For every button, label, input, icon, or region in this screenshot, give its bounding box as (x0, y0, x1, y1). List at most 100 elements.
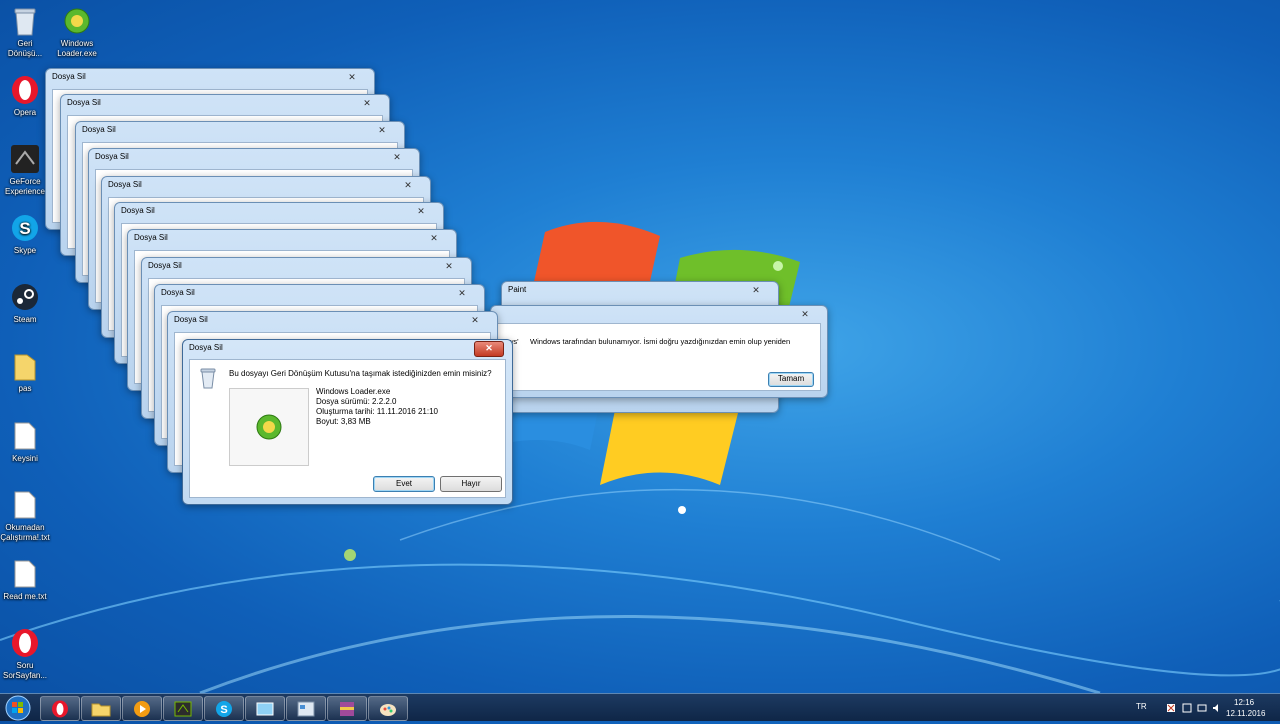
taskbar-skype[interactable]: S (204, 696, 244, 721)
taskbar-nvidia[interactable] (163, 696, 203, 721)
taskbar-media-player[interactable] (122, 696, 162, 721)
ok-button[interactable]: Tamam (768, 372, 814, 387)
desktop-icon-label: Opera (13, 108, 37, 117)
text-file-icon (9, 489, 41, 521)
close-icon[interactable]: ✕ (448, 287, 476, 301)
explorer-folder-icon (91, 703, 111, 716)
desktop-icon-label: Geri Dönüşü... (7, 39, 43, 58)
desktop-icon-steam[interactable]: Steam (0, 281, 50, 325)
close-icon[interactable]: ✕ (368, 124, 396, 138)
network-icon[interactable] (1197, 703, 1207, 713)
skype-icon: S (9, 212, 41, 244)
desktop-icon-okumadan[interactable]: Okumadan Çalıştırma!.txt (0, 489, 50, 543)
desktop-icon-label: pas (18, 384, 32, 393)
dialog-title: Dosya Sil (108, 180, 142, 189)
svg-text:S: S (19, 219, 30, 238)
taskbar: S TR 12:16 12.11.2016 (0, 693, 1280, 721)
clock-date[interactable]: 12.11.2016 (1226, 709, 1265, 718)
windows-loader-icon (61, 5, 93, 37)
error-dialog-client: ws' Windows tarafından bulunamıyor. İsmi… (497, 323, 821, 391)
recycle-bin-icon (200, 367, 216, 392)
paint-window-title: Paint (508, 285, 527, 294)
dialog-client: Bu dosyayı Geri Dönüşüm Kutusu'na taşıma… (189, 359, 506, 498)
close-icon[interactable]: ✕ (394, 179, 422, 193)
desktop-icon-label: Skype (13, 246, 37, 255)
text-file-icon (9, 558, 41, 590)
tray-action-center-icon[interactable] (1182, 703, 1192, 713)
yes-button[interactable]: Evet (373, 476, 435, 492)
geforce-icon (9, 143, 41, 175)
taskbar-opera[interactable] (40, 696, 80, 721)
winrar-icon (340, 701, 354, 716)
clock-time[interactable]: 12:16 (1234, 698, 1254, 707)
desktop-icon-geforce[interactable]: GeForce Experience (0, 143, 50, 197)
system-tray: TR 12:16 12.11.2016 (1130, 694, 1280, 721)
desktop-icon-label: Read me.txt (3, 592, 47, 601)
opera-icon (9, 627, 41, 659)
svg-text:S: S (220, 704, 227, 716)
desktop-icon-label: Windows Loader.exe (57, 39, 97, 58)
dialog-title: Dosya Sil (134, 233, 168, 242)
dialog-title: Dosya Sil (161, 288, 195, 297)
desktop-icon-recycle-bin[interactable]: Geri Dönüşü... (0, 5, 50, 59)
error-dialog[interactable]: ✕ ws' Windows tarafından bulunamıyor. İs… (490, 305, 828, 398)
no-button[interactable]: Hayır (440, 476, 502, 492)
desktop-icon-opera[interactable]: Opera (0, 74, 50, 118)
close-icon[interactable]: ✕ (461, 314, 489, 328)
dialog-title: Dosya Sil (67, 98, 101, 107)
close-icon[interactable]: ✕ (420, 232, 448, 246)
close-icon[interactable]: ✕ (791, 308, 819, 322)
taskbar-explorer[interactable] (81, 696, 121, 721)
file-version: Dosya sürümü: 2.2.2.0 (316, 397, 397, 406)
desktop-icon-skype[interactable]: S Skype (0, 212, 50, 256)
close-icon[interactable]: ✕ (338, 71, 366, 85)
close-icon[interactable]: ✕ (353, 97, 381, 111)
file-size: Boyut: 3,83 MB (316, 417, 371, 426)
start-button[interactable] (3, 695, 33, 721)
windows-orb-icon (5, 695, 31, 721)
close-icon[interactable]: ✕ (474, 341, 504, 357)
desktop-icon-readme[interactable]: Read me.txt (0, 558, 50, 602)
steam-icon (9, 281, 41, 313)
dialog-title: Dosya Sil (121, 206, 155, 215)
taskbar-aero[interactable] (245, 696, 285, 721)
dialog-title: Dosya Sil (52, 72, 86, 81)
volume-icon[interactable] (1212, 703, 1222, 713)
taskbar-control-panel[interactable] (286, 696, 326, 721)
language-indicator[interactable]: TR (1136, 702, 1147, 711)
dialog-title: Dosya Sil (148, 261, 182, 270)
close-icon[interactable]: ✕ (407, 205, 435, 219)
dialog-title: Dosya Sil (82, 125, 116, 134)
file-name: Windows Loader.exe (316, 387, 391, 396)
desktop-icon-label: Okumadan Çalıştırma!.txt (0, 523, 50, 542)
close-icon[interactable]: ✕ (383, 151, 411, 165)
taskbar-paint[interactable] (368, 696, 408, 721)
tray-flag-icon[interactable] (1166, 703, 1176, 713)
paint-icon (380, 703, 396, 716)
desktop-icon-label: Steam (13, 315, 37, 324)
file-created: Oluşturma tarihi: 11.11.2016 21:10 (316, 407, 438, 416)
recycle-bin-icon (9, 5, 41, 37)
desktop-icon-label: GeForce Experience (4, 177, 46, 196)
dialog-title: Dosya Sil (189, 343, 223, 352)
aero-icon (256, 702, 274, 715)
file-preview (229, 388, 309, 466)
close-icon[interactable]: ✕ (435, 260, 463, 274)
delete-file-dialog[interactable]: Dosya Sil ✕ Bu dosyayı Geri Dönüşüm Kutu… (182, 339, 513, 505)
opera-icon (9, 74, 41, 106)
desktop-icon-soru-sor[interactable]: Soru SorSayfan... (0, 627, 50, 681)
dialog-title: Dosya Sil (174, 315, 208, 324)
nvidia-icon (174, 701, 192, 716)
media-player-icon (134, 700, 150, 717)
taskbar-winrar[interactable] (327, 696, 367, 721)
desktop-icon-keysini[interactable]: Keysini (0, 420, 50, 464)
error-message: Windows tarafından bulunamıyor. İsmi doğ… (530, 337, 791, 346)
file-icon (9, 420, 41, 452)
desktop-icon-windows-loader[interactable]: Windows Loader.exe (52, 5, 102, 59)
desktop-icon-pas[interactable]: pas (0, 350, 50, 394)
opera-icon (52, 700, 68, 717)
desktop-icon-label: Soru SorSayfan... (2, 661, 48, 680)
windows-loader-icon (256, 414, 282, 440)
close-icon[interactable]: ✕ (742, 284, 770, 298)
folder-icon (9, 350, 41, 382)
